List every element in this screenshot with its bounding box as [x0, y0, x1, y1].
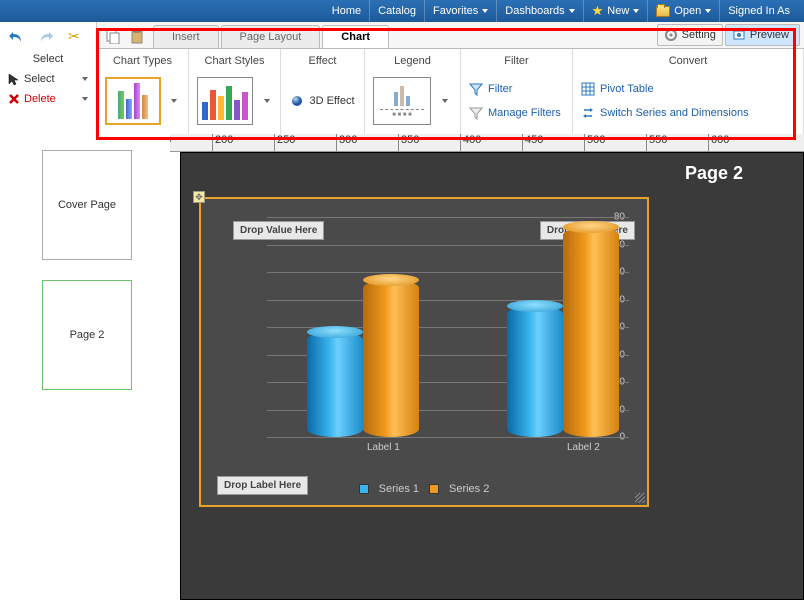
nav-catalog[interactable]: Catalog — [370, 0, 425, 22]
top-nav: Home Catalog Favorites Dashboards ★New O… — [0, 0, 804, 22]
undo-icon[interactable] — [8, 29, 24, 45]
workspace: Cover Page Page 2 1502002503003504004505… — [0, 134, 804, 600]
legend-dropdown[interactable] — [439, 77, 451, 125]
cut-icon[interactable]: ✂ — [68, 28, 80, 45]
left-tool-panel: ✂ Select Select Delete — [0, 22, 96, 134]
chart-object[interactable]: ✥ Drop Value Here Drop Series Here 01020… — [199, 197, 649, 507]
page[interactable]: Page 2 ✥ Drop Value Here Drop Series Her… — [180, 152, 804, 600]
chart-style-dropdown[interactable] — [261, 77, 272, 125]
nav-home[interactable]: Home — [324, 0, 370, 22]
chart-plot-area: Drop Value Here Drop Series Here 0102030… — [209, 207, 639, 467]
chart-legend: Series 1 Series 2 — [201, 483, 647, 495]
nav-favorites[interactable]: Favorites — [425, 0, 497, 22]
funnel-icon — [469, 82, 483, 96]
delete-tool[interactable]: Delete — [6, 89, 90, 109]
folder-icon — [656, 6, 670, 17]
nav-open[interactable]: Open — [648, 0, 720, 22]
ribbon-groups: Chart Types Chart Styles — [97, 48, 804, 134]
move-handle[interactable]: ✥ — [193, 191, 205, 203]
redo-icon[interactable] — [38, 29, 54, 45]
switch-icon — [581, 106, 595, 120]
ribbon: Insert Page Layout Chart Setting Preview… — [96, 22, 804, 134]
legend-thumb[interactable]: ■ ■ ■ ■ — [373, 77, 431, 125]
preview-icon — [732, 28, 746, 42]
chart-type-3d-bar[interactable] — [105, 77, 161, 125]
chart-style-thumb[interactable] — [197, 77, 253, 125]
chart-type-dropdown[interactable] — [169, 77, 180, 125]
select-tool[interactable]: Select — [6, 69, 90, 89]
legend-swatch — [429, 484, 439, 494]
sphere-icon — [290, 94, 304, 108]
table-icon — [581, 82, 595, 96]
x-tick-label: Label 2 — [567, 442, 600, 453]
horizontal-ruler: 150200250300350400450500550600 — [170, 134, 804, 152]
ribbon-tabs: Insert Page Layout Chart Setting Preview — [97, 22, 804, 48]
bar-Series-1-Label-1[interactable] — [307, 332, 363, 437]
x-tick-label: Label 1 — [367, 442, 400, 453]
preview-button[interactable]: Preview — [725, 24, 800, 46]
select-header: Select — [6, 51, 90, 69]
tab-page-layout[interactable]: Page Layout — [221, 25, 321, 48]
switch-series-button[interactable]: Switch Series and Dimensions — [581, 103, 749, 123]
resize-handle[interactable] — [635, 493, 645, 503]
nav-dashboards[interactable]: Dashboards — [497, 0, 583, 22]
group-legend: Legend — [373, 53, 452, 71]
legend-label: Series 1 — [379, 483, 419, 495]
pivot-table-button[interactable]: Pivot Table — [581, 79, 654, 99]
nav-signed-in[interactable]: Signed In As — [720, 0, 798, 22]
group-chart-types: Chart Types — [105, 53, 180, 71]
tab-chart[interactable]: Chart — [322, 25, 389, 48]
legend-label: Series 2 — [449, 483, 489, 495]
nav-new[interactable]: ★New — [584, 0, 649, 22]
manage-filters-button[interactable]: Manage Filters — [469, 103, 561, 123]
paste-icon[interactable] — [129, 28, 145, 44]
3d-effect-button[interactable]: 3D Effect — [290, 91, 354, 111]
setting-button[interactable]: Setting — [657, 24, 723, 46]
tab-insert[interactable]: Insert — [153, 25, 219, 48]
copy-icon[interactable] — [105, 28, 121, 44]
page-thumbnails: Cover Page Page 2 — [0, 134, 170, 600]
group-convert: Convert — [581, 53, 795, 71]
group-filter: Filter — [469, 53, 564, 71]
bar-Series-2-Label-2[interactable] — [563, 227, 619, 437]
filter-button[interactable]: Filter — [469, 79, 512, 99]
delete-icon — [8, 93, 20, 105]
canvas-area: 150200250300350400450500550600 Page 2 ✥ … — [170, 134, 804, 600]
bar-Series-1-Label-2[interactable] — [507, 306, 563, 437]
canvas[interactable]: Page 2 ✥ Drop Value Here Drop Series Her… — [170, 152, 804, 600]
bar-Series-2-Label-1[interactable] — [363, 280, 419, 438]
star-icon: ★ — [592, 3, 604, 19]
group-chart-styles: Chart Styles — [197, 53, 272, 71]
thumb-page-2[interactable]: Page 2 — [42, 280, 132, 390]
funnel-icon — [469, 106, 483, 120]
cursor-icon — [8, 73, 20, 85]
group-effect: Effect — [289, 53, 356, 71]
ribbon-area: ✂ Select Select Delete Insert Page Layou… — [0, 22, 804, 134]
page-title: Page 2 — [685, 163, 743, 184]
legend-swatch — [359, 484, 369, 494]
gear-icon — [664, 28, 678, 42]
thumb-cover-page[interactable]: Cover Page — [42, 150, 132, 260]
